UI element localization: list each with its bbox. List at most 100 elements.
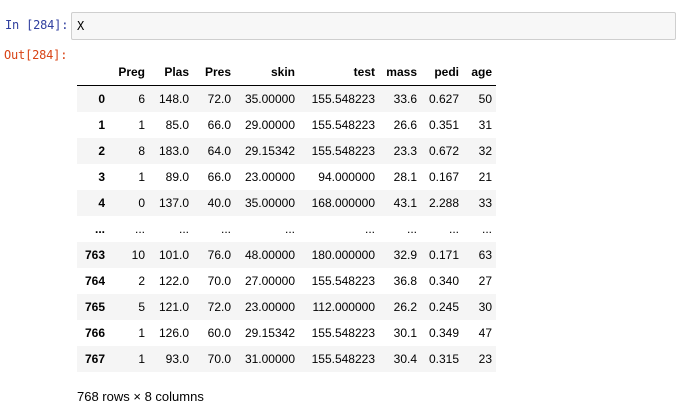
output-prompt: Out[284]:: [4, 48, 68, 62]
table-cell: 89.0: [165, 170, 189, 184]
dataframe-table: Preg Plas Pres skin test mass pedi age 0…: [77, 58, 496, 372]
table-cell: 26.2: [393, 300, 417, 314]
table-cell: 43.1: [393, 196, 417, 210]
table-cell: 32.9: [393, 248, 417, 262]
table-row: 3 1 89.0 66.0 23.00000 94.000000 28.1 0.167 21: [77, 164, 496, 190]
table-cell: 66.0: [207, 118, 231, 132]
table-row: 764 2 122.0 70.0 27.00000 155.548223 36.8 0.340…: [77, 268, 496, 294]
table-cell: 183.0: [158, 144, 189, 158]
table-cell: 1: [138, 170, 145, 184]
table-cell: 29.15342: [244, 144, 295, 158]
row-index: 0: [98, 92, 105, 106]
table-cell: 27.00000: [244, 274, 295, 288]
table-cell: 6: [138, 92, 145, 106]
table-cell: 30.1: [393, 326, 417, 340]
table-row: 1 1 85.0 66.0 29.00000 155.548223 26.6 0.351 31: [77, 112, 496, 138]
table-cell: 8: [138, 144, 145, 158]
table-row: 4 0 137.0 40.0 35.00000 168.000000 43.1 2.288 33: [77, 190, 496, 216]
column-header: test: [299, 58, 379, 86]
table-cell: ...: [481, 222, 492, 236]
table-cell: 76.0: [207, 248, 231, 262]
column-header: skin: [235, 58, 299, 86]
table-cell: 0.167: [428, 170, 459, 184]
table-cell: 23.00000: [244, 300, 295, 314]
row-index: 3: [98, 170, 105, 184]
row-index: 767: [84, 352, 105, 366]
row-index: 764: [84, 274, 105, 288]
table-cell: ...: [134, 222, 145, 236]
table-cell: 155.548223: [311, 352, 375, 366]
table-cell: 72.0: [207, 92, 231, 106]
table-cell: ...: [448, 222, 459, 236]
header-row: Preg Plas Pres skin test mass pedi age: [77, 58, 496, 86]
table-cell: 85.0: [165, 118, 189, 132]
code-cell-input[interactable]: X: [71, 12, 676, 40]
table-cell: 155.548223: [311, 92, 375, 106]
table-cell: 180.000000: [311, 248, 375, 262]
table-cell: ...: [220, 222, 231, 236]
table-row: 766 1 126.0 60.0 29.15342 155.548223 30.1 0.349…: [77, 320, 496, 346]
row-index: ...: [94, 222, 105, 236]
table-cell: 47: [478, 326, 492, 340]
index-header: [77, 58, 109, 86]
table-cell: 35.00000: [244, 196, 295, 210]
table-row: 0 6 148.0 72.0 35.00000 155.548223 33.6 0.627 50: [77, 85, 496, 112]
table-cell: 66.0: [207, 170, 231, 184]
table-cell: 36.8: [393, 274, 417, 288]
column-header: pedi: [421, 58, 463, 86]
table-cell: 63: [478, 248, 492, 262]
table-cell: 155.548223: [311, 144, 375, 158]
table-cell: 30: [478, 300, 492, 314]
table-cell: 31.00000: [244, 352, 295, 366]
table-cell: 21: [478, 170, 492, 184]
table-cell: ...: [178, 222, 189, 236]
table-row: 2 8 183.0 64.0 29.15342 155.548223 23.3 0.672 32: [77, 138, 496, 164]
table-cell: 60.0: [207, 326, 231, 340]
table-cell: 48.00000: [244, 248, 295, 262]
table-cell: 29.15342: [244, 326, 295, 340]
table-cell: 0.171: [428, 248, 459, 262]
table-cell: 0.245: [428, 300, 459, 314]
table-cell: 28.1: [393, 170, 417, 184]
table-cell: ...: [364, 222, 375, 236]
table-cell: 29.00000: [244, 118, 295, 132]
table-cell: 23.00000: [244, 170, 295, 184]
column-header: Plas: [149, 58, 193, 86]
row-index: 766: [84, 326, 105, 340]
row-index: 2: [98, 144, 105, 158]
table-cell: 137.0: [158, 196, 189, 210]
table-cell: 0.627: [428, 92, 459, 106]
column-header: age: [463, 58, 496, 86]
row-index: 765: [84, 300, 105, 314]
table-cell: ...: [406, 222, 417, 236]
table-cell: 5: [138, 300, 145, 314]
table-cell: 70.0: [207, 352, 231, 366]
table-cell: 26.6: [393, 118, 417, 132]
row-index: 4: [98, 196, 105, 210]
table-cell: 23: [478, 352, 492, 366]
table-cell: 27: [478, 274, 492, 288]
table-cell: 0.672: [428, 144, 459, 158]
table-cell: 2.288: [428, 196, 459, 210]
table-cell: 168.000000: [311, 196, 375, 210]
table-cell: 1: [138, 118, 145, 132]
output-area: Preg Plas Pres skin test mass pedi age 0…: [77, 58, 496, 372]
table-cell: 93.0: [165, 352, 189, 366]
dataframe-shape-text: 768 rows × 8 columns: [77, 389, 204, 404]
table-cell: 40.0: [207, 196, 231, 210]
table-cell: 155.548223: [311, 274, 375, 288]
table-cell: 32: [478, 144, 492, 158]
table-cell: 50: [478, 92, 492, 106]
table-cell: 72.0: [207, 300, 231, 314]
table-cell: 1: [138, 326, 145, 340]
table-cell: 2: [138, 274, 145, 288]
table-cell: ...: [284, 222, 295, 236]
table-cell: 0: [138, 196, 145, 210]
column-header: Pres: [193, 58, 235, 86]
table-row: 763 10 101.0 76.0 48.00000 180.000000 32.9 0.17…: [77, 242, 496, 268]
table-cell: 33: [478, 196, 492, 210]
table-cell: 30.4: [393, 352, 417, 366]
column-header: Preg: [109, 58, 149, 86]
table-cell: 0.340: [428, 274, 459, 288]
table-cell: 155.548223: [311, 326, 375, 340]
